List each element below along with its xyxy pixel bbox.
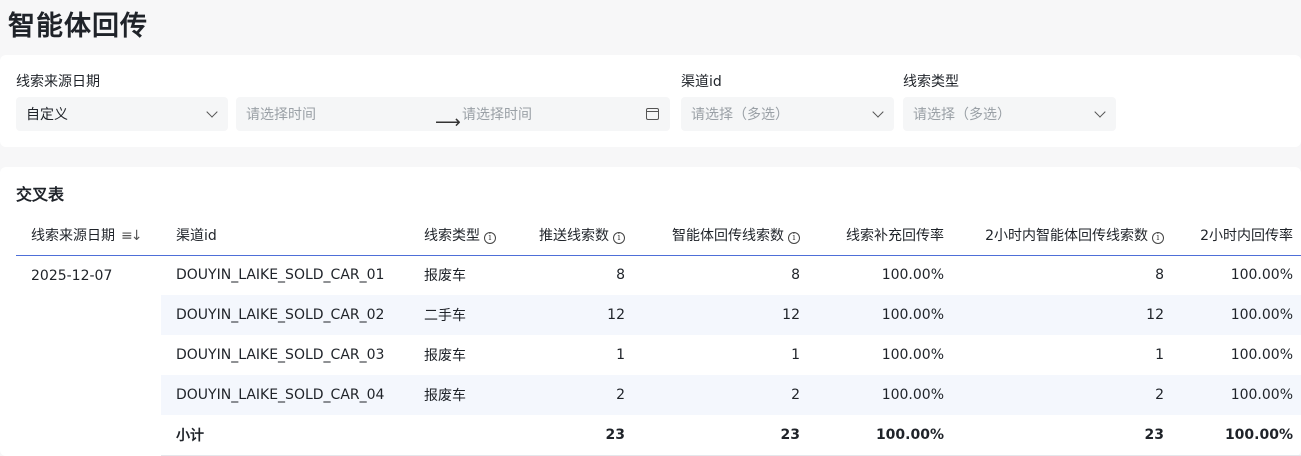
table-row: DOUYIN_LAIKE_SOLD_CAR_02 二手车 12 12 100.0… xyxy=(16,295,1301,335)
table-row: 2025-12-07 DOUYIN_LAIKE_SOLD_CAR_01 报废车 … xyxy=(16,255,1301,295)
sort-icon[interactable]: ≡↓ xyxy=(121,228,143,244)
subtotal-rate: 100.00% xyxy=(808,415,952,456)
pushed-cell: 1 xyxy=(616,347,625,363)
start-date-input[interactable]: 请选择时间 xyxy=(246,104,316,124)
calendar-icon[interactable] xyxy=(646,108,659,120)
pushed-cell: 8 xyxy=(616,267,625,284)
date-cell: 2025-12-07 xyxy=(31,267,113,284)
subtotal-returned: 23 xyxy=(633,415,808,456)
lead-type-filter-label: 线索类型 xyxy=(903,74,959,90)
lead-type-select-placeholder: 请选择（多选） xyxy=(913,107,1011,123)
type-cell: 报废车 xyxy=(424,268,466,285)
table-row: DOUYIN_LAIKE_SOLD_CAR_04 报废车 2 2 100.00%… xyxy=(16,375,1301,415)
subtotal-pushed: 23 xyxy=(515,415,633,456)
returned-cell: 12 xyxy=(633,295,808,335)
pushed-cell: 12 xyxy=(515,295,633,335)
channel-cell: DOUYIN_LAIKE_SOLD_CAR_02 xyxy=(161,295,409,335)
returned-2h-cell: 12 xyxy=(952,295,1172,335)
subtotal-type-cell xyxy=(409,415,515,456)
returned-cell: 8 xyxy=(791,267,800,284)
cross-table: 线索来源日期 ≡↓ 渠道id 线索类型 i 推送线索数 i 智能体回传线索数 i 线索补… xyxy=(16,215,1301,456)
returned-2h-cell: 1 xyxy=(1155,347,1164,363)
channel-cell: DOUYIN_LAIKE_SOLD_CAR_01 xyxy=(176,267,385,284)
section-title: 交叉表 xyxy=(16,185,65,204)
col-header-pushed: 推送线索数 i xyxy=(515,215,633,256)
type-cell: 报废车 xyxy=(424,348,466,364)
channel-filter-label: 渠道id xyxy=(681,74,722,90)
rate-2h-cell: 100.00% xyxy=(1230,267,1293,284)
type-cell: 二手车 xyxy=(409,295,515,335)
returned-cell: 2 xyxy=(633,375,808,415)
col-header-lead-type: 线索类型 i xyxy=(409,215,515,256)
page-title: 智能体回传 xyxy=(8,11,148,42)
channel-cell: DOUYIN_LAIKE_SOLD_CAR_04 xyxy=(161,375,409,415)
filter-panel: 线索来源日期 渠道id 线索类型 自定义 请选择时间 请选择时间 ⟶ 请选择（多… xyxy=(0,55,1301,147)
returned-cell: 1 xyxy=(791,347,800,363)
date-mode-value: 自定义 xyxy=(26,107,68,123)
info-icon[interactable]: i xyxy=(484,231,496,244)
chevron-down-icon xyxy=(206,106,218,118)
rate-cell: 100.00% xyxy=(808,295,952,335)
date-mode-select[interactable]: 自定义 xyxy=(16,97,228,131)
type-cell: 报废车 xyxy=(409,375,515,415)
rate-cell: 100.00% xyxy=(808,375,952,415)
col-header-channel: 渠道id xyxy=(161,215,409,256)
subtotal-returned-2h: 23 xyxy=(952,415,1172,456)
col-header-returned: 智能体回传线索数 i xyxy=(633,215,808,256)
col-header-returned-2h: 2小时内智能体回传线索数 i xyxy=(952,215,1172,256)
returned-2h-cell: 2 xyxy=(952,375,1172,415)
table-row: DOUYIN_LAIKE_SOLD_CAR_03 报废车 1 1 100.00%… xyxy=(16,335,1301,375)
date-filter-label: 线索来源日期 xyxy=(16,74,100,90)
rate-cell: 100.00% xyxy=(881,267,944,284)
info-icon[interactable]: i xyxy=(613,231,625,244)
table-header-row: 线索来源日期 ≡↓ 渠道id 线索类型 i 推送线索数 i 智能体回传线索数 i 线索补… xyxy=(16,215,1301,256)
channel-select-placeholder: 请选择（多选） xyxy=(691,107,789,123)
chevron-down-icon xyxy=(1094,106,1106,118)
subtotal-rate-2h: 100.00% xyxy=(1172,415,1301,456)
subtotal-row: 小计 23 23 100.00% 23 100.00% xyxy=(16,415,1301,456)
end-date-input[interactable]: 请选择时间 xyxy=(462,104,532,124)
channel-cell: DOUYIN_LAIKE_SOLD_CAR_03 xyxy=(176,347,385,363)
cross-table-card: 交叉表 线索来源日期 ≡↓ 渠道id 线索类型 i 推送线索数 i 智能体回传线索数 i… xyxy=(0,167,1301,456)
arrow-right-icon: ⟶ xyxy=(435,112,461,133)
pushed-cell: 2 xyxy=(515,375,633,415)
rate-cell: 100.00% xyxy=(881,347,944,363)
chevron-down-icon xyxy=(872,106,884,118)
info-icon[interactable]: i xyxy=(788,231,800,244)
channel-select[interactable]: 请选择（多选） xyxy=(681,97,894,131)
lead-type-select[interactable]: 请选择（多选） xyxy=(903,97,1116,131)
rate-2h-cell: 100.00% xyxy=(1172,375,1301,415)
col-header-date[interactable]: 线索来源日期 ≡↓ xyxy=(16,215,161,256)
col-header-rate-2h: 2小时内回传率 xyxy=(1172,215,1301,256)
info-icon[interactable]: i xyxy=(1152,231,1164,244)
rate-2h-cell: 100.00% xyxy=(1172,295,1301,335)
rate-2h-cell: 100.00% xyxy=(1230,347,1293,363)
col-header-rate: 线索补充回传率 xyxy=(808,215,952,256)
returned-2h-cell: 8 xyxy=(1155,267,1164,284)
subtotal-label: 小计 xyxy=(161,415,409,456)
